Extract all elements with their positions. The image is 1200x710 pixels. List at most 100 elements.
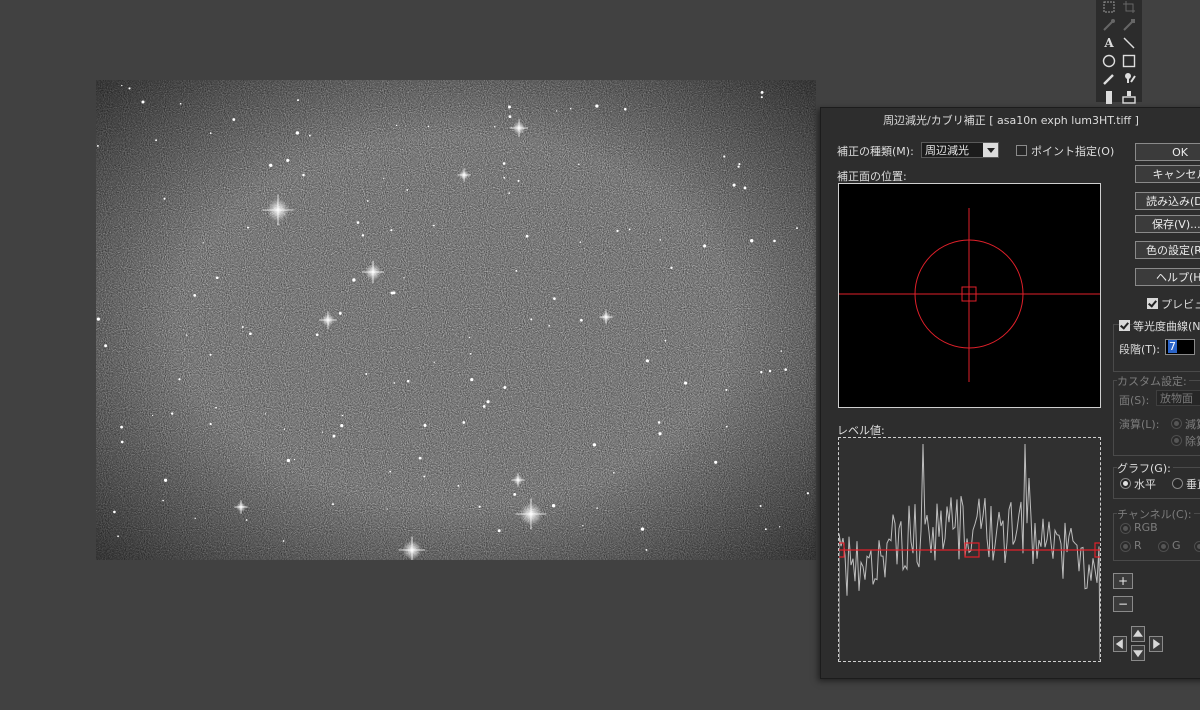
- star-point: [780, 350, 783, 352]
- steps-value: 7: [1168, 340, 1177, 353]
- star-point: [128, 87, 131, 90]
- cancel-button[interactable]: キャンセル: [1135, 165, 1200, 183]
- star-point: [645, 548, 648, 551]
- graph-direction-title: グラフ(G):: [1117, 460, 1173, 476]
- zoom-in-button[interactable]: +: [1113, 573, 1133, 589]
- star-point: [530, 318, 533, 321]
- marquee-tool-icon[interactable]: [1100, 0, 1118, 16]
- graph-vertical-label: 垂直: [1186, 478, 1200, 491]
- star-point: [645, 359, 650, 363]
- operation-divide-radio[interactable]: [1171, 435, 1182, 446]
- astro-image-canvas[interactable]: [96, 80, 816, 560]
- text-tool-icon[interactable]: A: [1100, 34, 1118, 52]
- dialog-title: 周辺減光/カブリ補正 [ asa10n exph lum3HT.tiff ]: [883, 114, 1139, 127]
- star-point: [341, 414, 344, 417]
- star-point: [508, 192, 511, 194]
- correction-surface-preview[interactable]: [838, 183, 1101, 408]
- star-point: [553, 297, 556, 300]
- star-point: [508, 115, 512, 118]
- move-down-button[interactable]: [1131, 645, 1145, 661]
- star-point: [513, 492, 517, 496]
- star-point: [640, 527, 645, 531]
- star-point: [773, 239, 776, 243]
- channel-g-radio[interactable]: [1158, 541, 1169, 552]
- eyedropper-icon[interactable]: [1120, 16, 1138, 34]
- surface-position-label: 補正面の位置:: [837, 170, 907, 183]
- point-spec-checkbox[interactable]: [1016, 145, 1027, 156]
- crop-tool-icon[interactable]: [1120, 0, 1138, 16]
- star-point: [433, 361, 435, 363]
- operation-label: 演算(L):: [1119, 418, 1160, 431]
- star-point: [241, 326, 244, 328]
- star-point: [406, 189, 409, 191]
- fill-tool-icon[interactable]: [1120, 88, 1138, 106]
- surface-select[interactable]: 放物面: [1156, 390, 1200, 406]
- color-settings-button[interactable]: 色の設定(R)...: [1135, 241, 1200, 259]
- preview-checkbox[interactable]: [1147, 298, 1158, 309]
- operation-divide-label: 除算: [1185, 435, 1200, 448]
- star-point: [468, 336, 471, 339]
- stamp-tool-icon[interactable]: [1120, 70, 1138, 88]
- move-left-button[interactable]: [1113, 636, 1127, 652]
- star-point: [366, 200, 369, 202]
- rectangle-tool-icon[interactable]: [1120, 52, 1138, 70]
- star-point: [738, 163, 741, 166]
- move-up-button[interactable]: [1131, 626, 1145, 642]
- star-point: [723, 155, 726, 158]
- help-button[interactable]: ヘルプ(H): [1135, 268, 1200, 286]
- channel-g-label: G: [1172, 539, 1181, 552]
- save-button[interactable]: 保存(V)...: [1135, 215, 1200, 233]
- star-point: [340, 423, 344, 428]
- ok-button[interactable]: OK: [1135, 143, 1200, 161]
- graph-vertical-radio[interactable]: [1172, 478, 1183, 489]
- star-point: [624, 107, 627, 111]
- ellipse-tool-icon[interactable]: [1100, 52, 1118, 70]
- pencil-tool-icon[interactable]: [1100, 70, 1118, 88]
- channel-r-radio[interactable]: [1120, 541, 1131, 552]
- star-point: [548, 324, 551, 327]
- zoom-out-button[interactable]: −: [1113, 596, 1133, 612]
- star-point: [582, 524, 584, 527]
- channel-b-radio[interactable]: [1194, 541, 1200, 552]
- star-point: [478, 505, 481, 508]
- steps-input[interactable]: 7: [1165, 339, 1195, 355]
- star-point: [628, 228, 631, 231]
- star-point: [283, 428, 286, 430]
- graph-horizontal-radio[interactable]: [1120, 478, 1131, 489]
- channel-rgb-label: RGB: [1134, 521, 1158, 534]
- star-point: [338, 311, 342, 315]
- star-point: [403, 277, 405, 279]
- star-point: [486, 400, 490, 404]
- star-point: [764, 528, 767, 531]
- magic-wand-icon[interactable]: [1100, 16, 1118, 34]
- star-point: [768, 369, 772, 373]
- star-point: [760, 370, 763, 374]
- star-point: [703, 244, 707, 248]
- star-point: [282, 540, 285, 542]
- line-tool-icon[interactable]: [1120, 34, 1138, 52]
- star-point: [482, 404, 486, 408]
- star-point: [163, 478, 168, 482]
- star-point: [423, 475, 426, 478]
- isophote-checkbox[interactable]: [1119, 320, 1130, 331]
- star-point: [170, 412, 174, 415]
- operation-subtract-label: 減算: [1185, 418, 1200, 431]
- correction-type-select[interactable]: 周辺減光: [921, 142, 999, 158]
- star-point: [684, 381, 688, 385]
- point-spec-label: ポイント指定(O): [1031, 145, 1115, 158]
- level-value-label: レベル値:: [837, 424, 885, 437]
- star-point: [117, 535, 119, 538]
- star-point: [551, 504, 556, 508]
- move-right-button[interactable]: [1149, 636, 1163, 652]
- star-point: [395, 124, 398, 127]
- channel-rgb-radio[interactable]: [1120, 523, 1131, 534]
- load-button[interactable]: 読み込み(D)...: [1135, 192, 1200, 210]
- star-point: [361, 234, 365, 237]
- star-point: [664, 339, 667, 342]
- operation-subtract-radio[interactable]: [1171, 418, 1182, 429]
- level-graph[interactable]: [838, 437, 1101, 662]
- gradient-tool-icon[interactable]: [1100, 88, 1118, 106]
- star-point: [215, 406, 217, 409]
- star-point: [578, 163, 580, 165]
- star-point: [737, 165, 740, 168]
